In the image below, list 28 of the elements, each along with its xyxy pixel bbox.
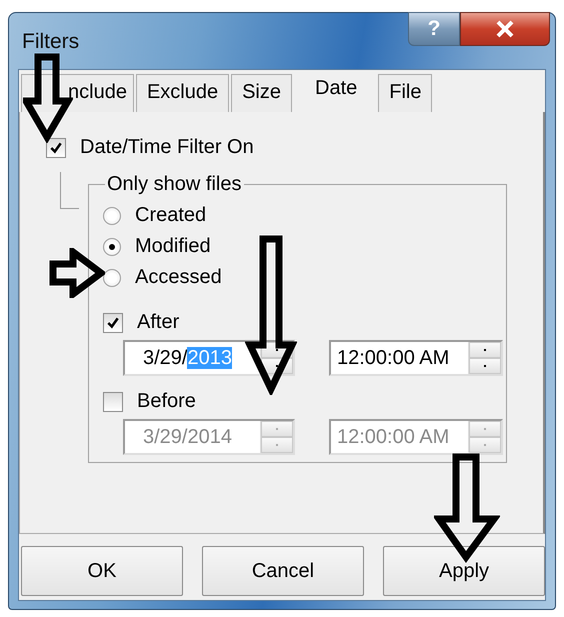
dialog-button[interactable]: Cancel [202, 546, 364, 596]
check-icon [49, 140, 63, 154]
radio-label: Accessed [135, 266, 222, 289]
group-title: Only show files [106, 173, 242, 196]
down-arrow-icon [245, 235, 297, 395]
checkbox-label: After [137, 311, 180, 334]
dialog-button[interactable]: OK [21, 546, 183, 596]
checkbox-label: Before [137, 390, 196, 413]
tab[interactable]: File [378, 74, 432, 112]
right-arrow-icon [49, 248, 105, 298]
spinner-control[interactable] [260, 342, 293, 374]
radio-button[interactable] [103, 206, 121, 224]
checkbox-label: Date/Time Filter On [80, 136, 254, 159]
radio-label: Modified [135, 235, 211, 258]
radio-button[interactable] [103, 268, 121, 286]
tab[interactable]: Size [231, 74, 292, 112]
radio-button[interactable] [103, 238, 121, 256]
connector-line [60, 172, 79, 209]
close-icon [495, 20, 515, 38]
tab[interactable]: Exclude [136, 74, 230, 112]
checkbox[interactable] [46, 138, 66, 158]
window-title: Filters [22, 30, 80, 54]
checkbox[interactable] [103, 312, 123, 332]
close-button[interactable] [460, 12, 550, 46]
down-arrow-icon [434, 453, 500, 563]
radio-label: Created [135, 204, 206, 227]
check-icon [106, 316, 120, 330]
dialog-button[interactable]: Apply [383, 546, 545, 596]
